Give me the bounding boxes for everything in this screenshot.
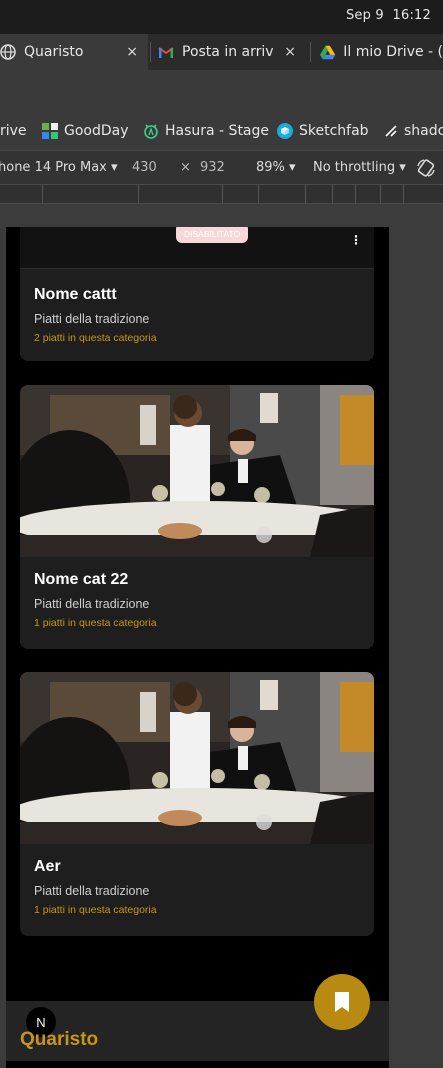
- globe-icon: [0, 44, 16, 60]
- bookmark-hasura[interactable]: Hasura - Stage: [143, 123, 269, 139]
- category-description: Piatti della tradizione: [34, 597, 150, 611]
- bookmark-sketchfab[interactable]: Sketchfab: [277, 123, 369, 139]
- address-bar-area: [0, 70, 443, 114]
- category-card[interactable]: Aer Piatti della tradizione 1 piatti in …: [20, 672, 374, 936]
- rotate-icon[interactable]: [416, 158, 436, 178]
- tab-divider: [150, 42, 151, 62]
- status-badge: DISABILITATO: [176, 227, 249, 243]
- tab-title: Il mio Drive - (: [343, 44, 443, 60]
- tab-gmail[interactable]: Posta in arriv ×: [158, 34, 306, 70]
- device-stage: DISABILITATO ⋮ Nome cattt Piatti della t…: [0, 204, 443, 1068]
- system-clock[interactable]: Sep 9 16:12: [346, 8, 431, 23]
- bookmarks-bar: rive GoodDay Hasura - Stage Sketchfab sh…: [0, 114, 443, 150]
- category-card[interactable]: Nome cattt Piatti della tradizione 2 pia…: [20, 269, 374, 361]
- viewport-width-input[interactable]: 430: [132, 160, 157, 175]
- category-description: Piatti della tradizione: [34, 884, 150, 898]
- goodday-icon: [42, 123, 58, 139]
- viewport-height-input[interactable]: 932: [200, 160, 225, 175]
- bookmark-drive[interactable]: rive: [0, 123, 27, 139]
- category-card-disabled[interactable]: DISABILITATO ⋮: [20, 227, 374, 269]
- category-image: [20, 385, 374, 557]
- bookmark-icon: [335, 992, 349, 1012]
- category-name: Aer: [34, 858, 61, 875]
- hasura-icon: [144, 124, 158, 139]
- more-options-icon[interactable]: ⋮: [350, 233, 362, 247]
- category-description: Piatti della tradizione: [34, 312, 150, 326]
- times-symbol: ×: [180, 160, 191, 175]
- shadcn-icon: [385, 125, 397, 137]
- bookmark-shadcn[interactable]: shadc: [384, 123, 443, 139]
- category-name: Nome cat 22: [34, 571, 129, 588]
- tab-drive[interactable]: Il mio Drive - (: [320, 34, 443, 70]
- tab-title: Posta in arriv: [182, 44, 274, 60]
- bookmark-goodday[interactable]: GoodDay: [42, 123, 129, 139]
- browser-tab-strip: Quaristo × Posta in arriv × Il mio Drive…: [0, 34, 443, 70]
- category-card[interactable]: Nome cat 22 Piatti della tradizione 1 pi…: [20, 385, 374, 649]
- close-icon[interactable]: ×: [126, 44, 138, 60]
- category-image: [20, 672, 374, 844]
- zoom-select[interactable]: 89% ▾: [256, 160, 296, 175]
- tab-title: Quaristo: [24, 44, 84, 60]
- google-drive-icon: [320, 45, 336, 59]
- close-icon[interactable]: ×: [284, 44, 296, 60]
- category-dish-count: 1 piatti in questa categoria: [34, 904, 157, 916]
- os-top-bar: Sep 9 16:12: [0, 0, 443, 34]
- category-name: Nome cattt: [34, 286, 117, 303]
- mobile-viewport[interactable]: DISABILITATO ⋮ Nome cattt Piatti della t…: [6, 227, 389, 1068]
- tab-divider: [310, 42, 311, 62]
- gmail-icon: [158, 46, 174, 58]
- throttling-select[interactable]: No throttling ▾: [313, 160, 406, 175]
- devtools-ruler: [0, 184, 443, 204]
- tab-quaristo[interactable]: Quaristo ×: [0, 34, 148, 70]
- device-select[interactable]: hone 14 Pro Max ▾: [0, 160, 118, 175]
- brand-logo[interactable]: Quaristo: [20, 1029, 98, 1051]
- sketchfab-icon: [277, 123, 293, 139]
- bookmark-fab-button[interactable]: [314, 974, 370, 1030]
- category-dish-count: 1 piatti in questa categoria: [34, 617, 157, 629]
- category-dish-count: 2 piatti in questa categoria: [34, 332, 157, 344]
- devtools-device-toolbar: hone 14 Pro Max ▾ 430 × 932 89% ▾ No thr…: [0, 150, 443, 184]
